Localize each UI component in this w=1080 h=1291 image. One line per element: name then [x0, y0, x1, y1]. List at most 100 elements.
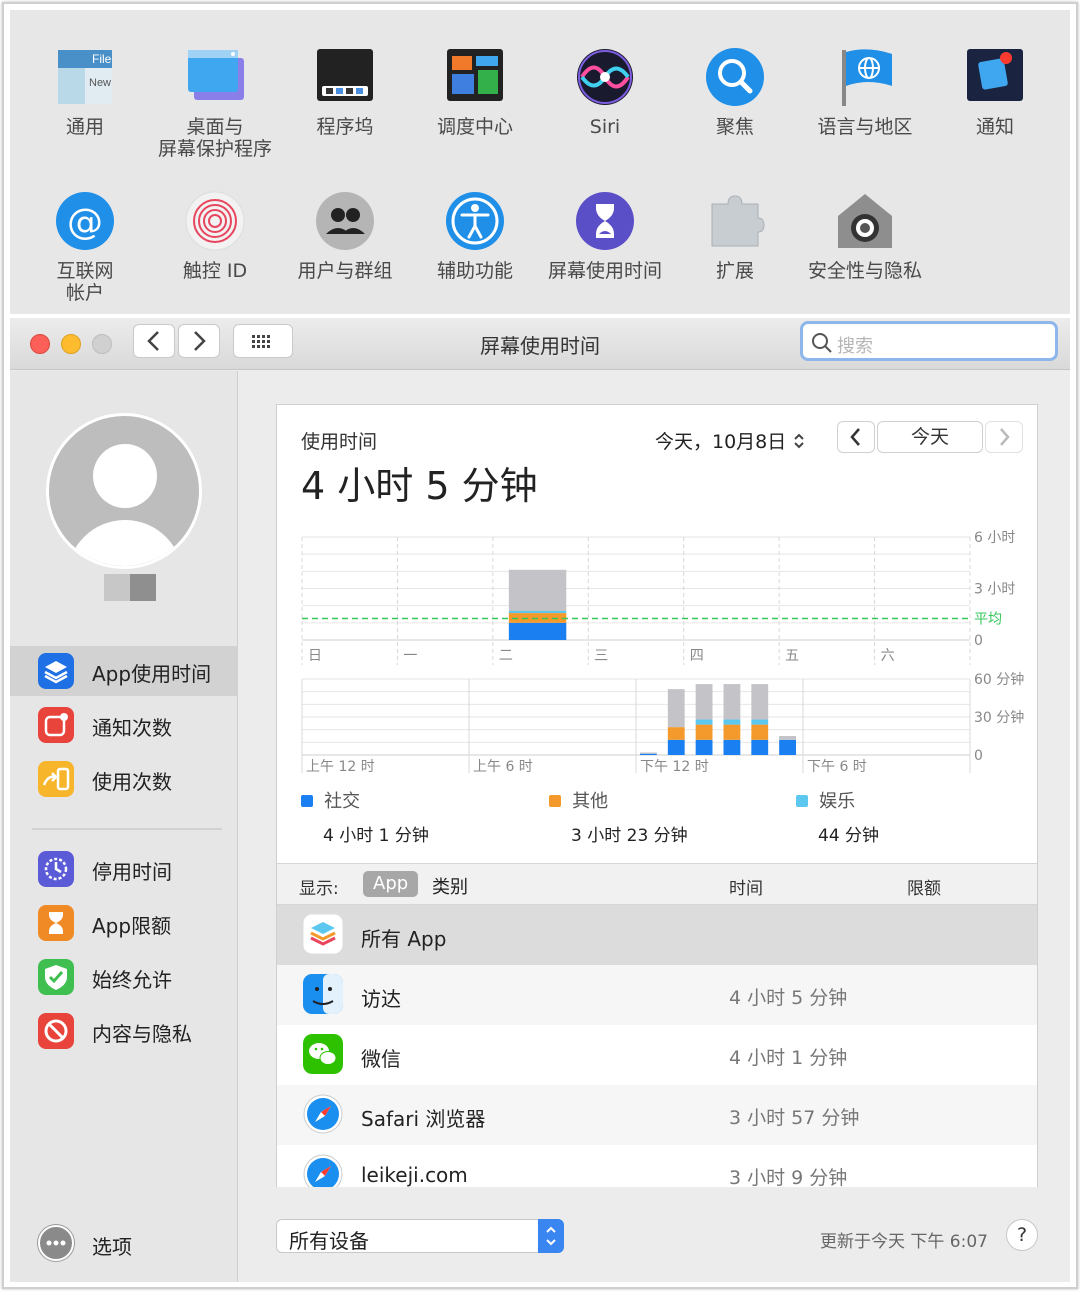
x-tick-label: 上午 12 时: [306, 759, 375, 775]
svg-text:File: File: [92, 52, 112, 66]
search-icon: [812, 333, 832, 353]
chart-bar: [508, 610, 567, 614]
close-button[interactable]: [30, 334, 50, 354]
safari-icon: [303, 1154, 343, 1187]
sidebar-item-app-limits[interactable]: App限额: [10, 898, 238, 948]
y-tick-label: 0: [974, 748, 983, 764]
x-tick-label: 四: [690, 648, 704, 664]
sidebar-item-pickups[interactable]: 使用次数: [10, 754, 238, 804]
screen-time-window: 屏幕使用时间 搜索 App使用时间 通知次数 使用次数 停用时间 App限额 始…: [10, 318, 1070, 1282]
zoom-button[interactable]: [92, 334, 112, 354]
wechat-icon: [303, 1034, 343, 1074]
pref-siri[interactable]: Siri: [540, 46, 670, 138]
pref-general[interactable]: File New 通用: [20, 46, 150, 138]
pref-language[interactable]: 语言与地区: [800, 46, 930, 138]
hourglass-icon: [38, 905, 74, 941]
sidebar-item-always-allowed[interactable]: 始终允许: [10, 952, 238, 1002]
device-select[interactable]: 所有设备: [276, 1219, 564, 1253]
legend-time: 4 小时 1 分钟: [323, 826, 429, 846]
minimize-button[interactable]: [61, 334, 81, 354]
forward-button[interactable]: [178, 324, 220, 358]
restrict-icon: [38, 1013, 74, 1049]
chart-bar: [723, 739, 741, 755]
date-selector[interactable]: 今天，10月8日: [655, 427, 806, 454]
pref-spotlight[interactable]: 聚焦: [670, 46, 800, 138]
pref-mission-control[interactable]: 调度中心: [410, 46, 540, 138]
chart-bar: [667, 689, 685, 728]
legend-other: 其他 3 小时 23 分钟: [549, 787, 688, 846]
chart-bar: [640, 752, 657, 754]
pref-label: 帐户: [65, 282, 104, 304]
chevron-right-icon: [194, 331, 206, 351]
app-time: 4 小时 5 分钟: [729, 987, 848, 1009]
table-row[interactable]: 所有 App: [277, 905, 1037, 965]
table-row[interactable]: 访达 4 小时 5 分钟: [277, 965, 1037, 1025]
pref-touchid[interactable]: 触控 ID: [150, 190, 280, 282]
table-row[interactable]: Safari 浏览器 3 小时 57 分钟: [277, 1085, 1037, 1145]
pref-internet-accounts[interactable]: @ 互联网 帐户: [20, 190, 150, 304]
chart-bar: [695, 684, 713, 720]
x-tick-label: 六: [881, 648, 895, 664]
back-button[interactable]: [133, 324, 175, 358]
sidebar-item-label: 使用次数: [92, 770, 172, 794]
pref-dock[interactable]: 程序坞: [280, 46, 410, 138]
grid-icon: [252, 335, 270, 348]
more-icon: [46, 1240, 66, 1246]
help-button[interactable]: ?: [1006, 1219, 1038, 1251]
avatar[interactable]: [46, 413, 202, 569]
next-day-button[interactable]: [985, 421, 1023, 453]
sidebar-item-content-privacy[interactable]: 内容与隐私: [10, 1006, 238, 1056]
pref-desktop[interactable]: 桌面与 屏幕保护程序: [150, 46, 280, 160]
usage-heading: 使用时间: [301, 431, 378, 453]
sidebar: App使用时间 通知次数 使用次数 停用时间 App限额 始终允许 内容与隐私: [10, 371, 238, 1282]
preferences-grid: File New 通用 桌面与 屏幕保护程序 程序坞 调度中心 Siri 聚焦 语…: [10, 10, 1070, 314]
screentime-icon: [576, 192, 634, 250]
sidebar-item-app-usage[interactable]: App使用时间: [10, 646, 238, 696]
pref-security[interactable]: 安全性与隐私: [800, 190, 930, 282]
sidebar-item-notifications[interactable]: 通知次数: [10, 700, 238, 750]
window-title: 屏幕使用时间: [480, 334, 600, 358]
table-row[interactable]: 微信 4 小时 1 分钟: [277, 1025, 1037, 1085]
column-limit[interactable]: 限额: [907, 874, 941, 899]
pref-extensions[interactable]: 扩展: [670, 190, 800, 282]
segment-category[interactable]: 类别: [432, 873, 468, 899]
legend-swatch: [796, 795, 808, 807]
chart-bar: [751, 724, 769, 740]
chart-bar: [751, 739, 769, 755]
pref-screentime[interactable]: 屏幕使用时间: [540, 190, 670, 282]
language-icon: [842, 49, 892, 106]
pickups-icon: [38, 761, 74, 797]
check-icon: [38, 959, 74, 995]
chart-bar: [779, 736, 796, 740]
chevron-left-icon: [147, 331, 159, 351]
today-button[interactable]: 今天: [877, 421, 983, 453]
show-label: 显示:: [299, 879, 339, 899]
pref-label: 触控 ID: [182, 260, 248, 282]
sidebar-item-label: 通知次数: [92, 716, 172, 740]
show-all-button[interactable]: [233, 324, 293, 358]
x-tick-label: 日: [308, 648, 322, 664]
column-time[interactable]: 时间: [729, 874, 763, 899]
y-tick-label: 3 小时: [974, 582, 1015, 598]
options-button[interactable]: [38, 1225, 74, 1261]
average-label: 平均: [974, 612, 1002, 628]
app-list: 所有 App 访达 4 小时 5 分钟 微信 4 小时 1 分钟 Safari …: [277, 905, 1037, 1187]
pref-notifications[interactable]: 通知: [930, 46, 1060, 138]
app-time: 3 小时 9 分钟: [729, 1167, 848, 1187]
pref-label: Siri: [589, 116, 621, 138]
pref-users[interactable]: 用户与群组: [280, 190, 410, 282]
sidebar-item-downtime[interactable]: 停用时间: [10, 844, 238, 894]
select-stepper[interactable]: [538, 1219, 564, 1253]
previous-day-button[interactable]: [837, 421, 875, 453]
search-input[interactable]: 搜索: [837, 332, 873, 358]
chart-bar: [751, 719, 769, 725]
app-name: 所有 App: [361, 927, 447, 951]
segment-app[interactable]: App: [363, 871, 419, 897]
pref-accessibility[interactable]: 辅助功能: [410, 190, 540, 282]
notification-icon: [38, 707, 74, 743]
y-tick-label: 0: [974, 633, 983, 649]
table-row[interactable]: leikeji.com 3 小时 9 分钟: [277, 1145, 1037, 1187]
svg-text:@: @: [67, 202, 103, 243]
search-field[interactable]: 搜索: [800, 321, 1058, 361]
legend-label: 娱乐: [819, 791, 856, 812]
